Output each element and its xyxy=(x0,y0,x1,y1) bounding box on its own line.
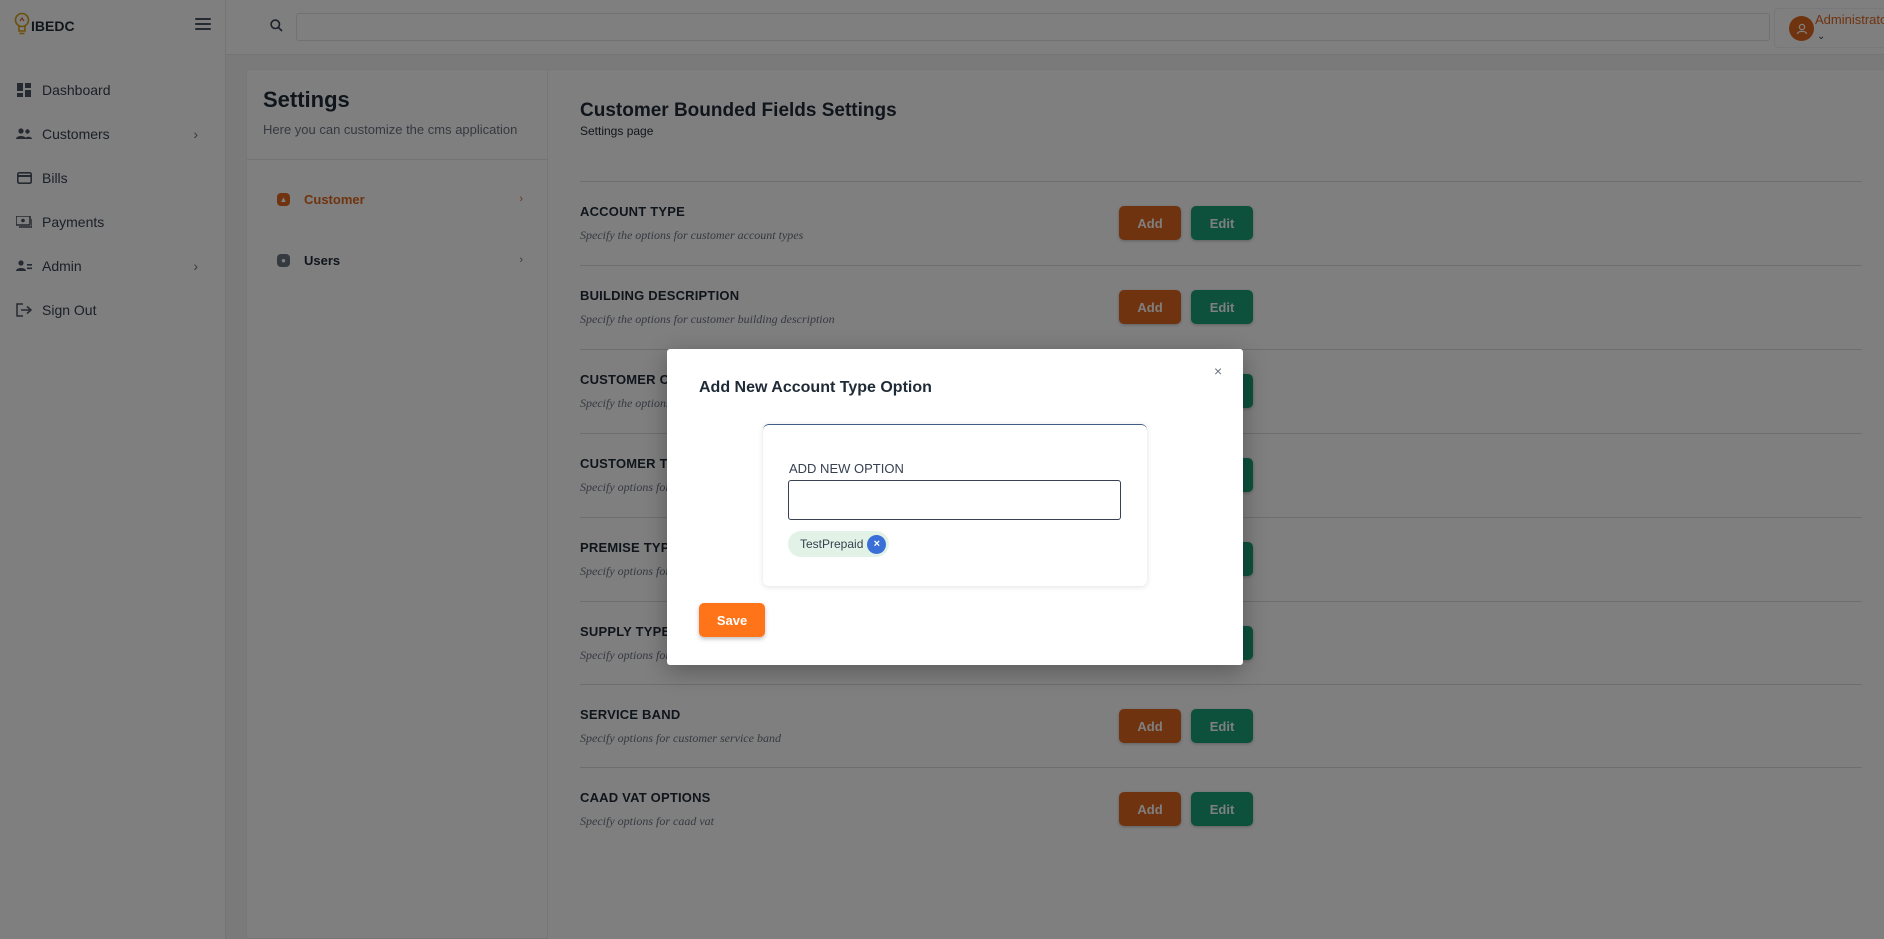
save-button[interactable]: Save xyxy=(699,603,765,637)
add-option-modal: × Add New Account Type Option ADD NEW OP… xyxy=(667,349,1243,665)
modal-title: Add New Account Type Option xyxy=(699,379,932,396)
remove-tag-icon[interactable]: × xyxy=(867,534,887,554)
option-form-card: ADD NEW OPTION TestPrepaid × xyxy=(763,424,1147,586)
new-option-input[interactable] xyxy=(788,480,1121,520)
close-icon[interactable]: × xyxy=(1214,363,1222,379)
tag-label: TestPrepaid xyxy=(800,537,864,551)
field-label: ADD NEW OPTION xyxy=(789,461,904,476)
option-tag: TestPrepaid × xyxy=(788,531,890,557)
